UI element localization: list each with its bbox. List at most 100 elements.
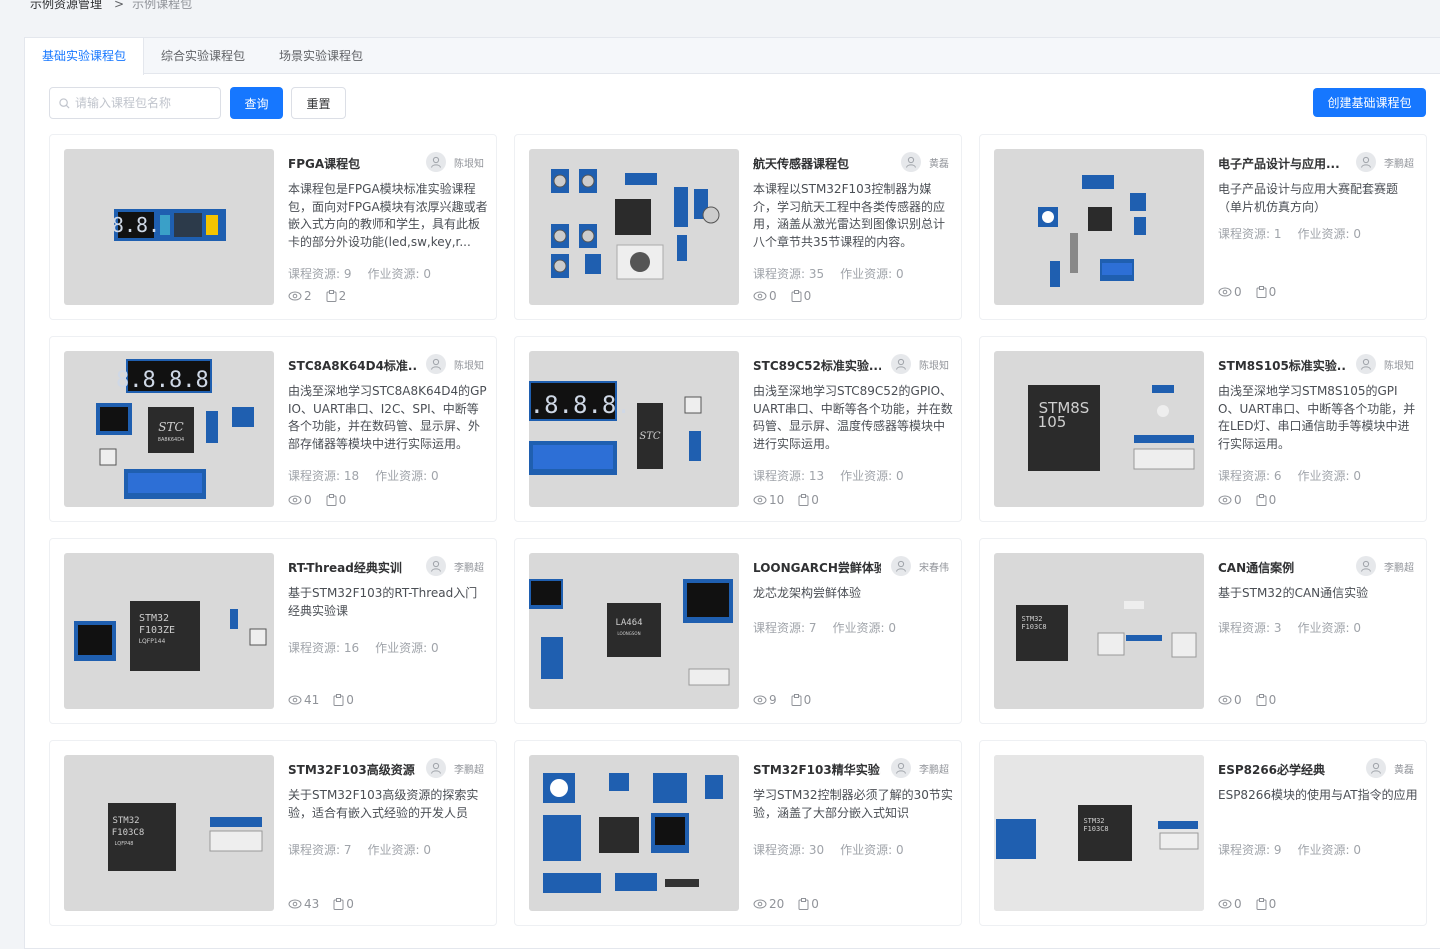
clipboard-icon [1256,898,1269,910]
course-resource-count: 课程资源: 9 [288,267,352,281]
course-title[interactable]: LOONGARCH尝鲜体验 [753,559,881,576]
eye-icon [753,495,769,505]
breadcrumb-separator: > [114,0,125,11]
course-description: 基于STM32F103的RT-Thread入门经典实验课 [288,586,478,618]
course-meta: 00 [1218,693,1276,707]
course-description: 本课程包是FPGA模块标准实验课程包，面向对FPGA模块有浓厚兴趣或者嵌入式方向… [288,182,488,249]
stm32-advanced-board: STM32 F103C8 LQFP48 [108,803,263,871]
course-title[interactable]: CAN通信案例 [1218,559,1346,576]
favorite-count: 0 [327,897,354,911]
course-author: 宋春伟 [891,556,949,576]
reset-button[interactable]: 重置 [291,87,346,119]
course-thumbnail[interactable]: 8.8. [64,149,274,305]
svg-text:105: 105 [1038,413,1067,431]
course-card[interactable]: STM32 F103C8 CAN通信案例 李鹏超 基于STM32的CAN通信实验 课程… [979,538,1427,724]
breadcrumb-current: 示例课程包 [132,0,193,11]
user-icon [891,758,911,778]
homework-resource-count: 作业资源: 0 [1297,469,1362,483]
course-card[interactable]: LA464 LOONGSON LOONGARCH尝鲜体验 宋春伟 龙芯龙架构尝鲜体验… [514,538,962,724]
svg-text:8.8.8.8.: 8.8.8.8. [116,368,222,393]
course-resource-stats: 课程资源: 13 作业资源: 0 [753,467,904,484]
course-thumbnail[interactable]: STM32 F103C8 [994,553,1204,709]
course-title[interactable]: FPGA课程包 [288,155,416,172]
course-thumbnail[interactable] [529,149,739,305]
svg-text:LQFP144: LQFP144 [139,638,166,645]
course-title[interactable]: STC89C52标准实验... [753,357,881,374]
course-card[interactable]: 航天传感器课程包 黄磊本课程以STM32F103控制器为媒介，学习航天工程中各类传… [514,134,962,320]
course-resource-count: 课程资源: 9 [1218,843,1282,857]
homework-resource-count: 作业资源: 0 [367,843,432,857]
course-title[interactable]: ESP8266必学经典 [1218,761,1346,778]
course-card[interactable]: STM32F103精华实验... 李鹏超 学习STM32控制器必须了解的30节实验，… [514,740,962,926]
course-title[interactable]: 电子产品设计与应用... [1218,155,1346,172]
course-thumbnail[interactable]: LA464 LOONGSON [529,553,739,709]
course-title[interactable]: STM32F103精华实验... [753,761,881,778]
course-thumbnail[interactable]: STM32 F103C8 LQFP48 [64,755,274,911]
view-count: 0 [1218,693,1242,707]
can-board: STM32 F103C8 [1016,601,1197,661]
eye-icon [1218,899,1234,909]
view-count: 20 [753,897,784,911]
course-thumbnail[interactable]: STM32 F103ZE LQFP144 [64,553,274,709]
course-title[interactable]: STC8A8K64D4标准... [288,357,416,374]
course-author: 李鹏超 [891,758,949,778]
view-count: 43 [288,897,319,911]
breadcrumb-parent[interactable]: 示例资源管理 [30,0,102,11]
author-name: 陈垠知 [1384,360,1414,372]
favorite-count: 0 [320,493,346,507]
course-resource-count: 课程资源: 13 [753,469,825,483]
course-meta: 00 [288,493,346,507]
user-icon [1356,152,1376,172]
eye-icon [288,291,304,301]
user-icon [1356,354,1376,374]
course-thumbnail[interactable] [529,755,739,911]
svg-text:F103ZE: F103ZE [139,625,175,636]
svg-text:F103C8: F103C8 [112,828,145,838]
course-card[interactable]: STM32 F103C8 LQFP48 STM32F103高级资源... 李鹏超关… [49,740,497,926]
homework-resource-count: 作业资源: 0 [840,843,904,857]
course-card[interactable]: 8.8.8.8. STC STC89C52标准实验... 陈垠知由浅至深地学习ST… [514,336,962,522]
course-thumbnail[interactable] [994,149,1204,305]
user-icon [901,152,921,172]
breadcrumb: 示例资源管理 > 示例课程包 [30,0,192,12]
course-card[interactable]: STM32 F103C8 ESP8266必学经典 黄磊 ESP8266模块的使用与A… [979,740,1427,926]
stc89-board: 8.8.8.8. STC [529,381,702,475]
course-description: 本课程以STM32F103控制器为媒介，学习航天工程中各类传感器的应用，涵盖从激… [753,182,946,249]
clipboard-icon [326,290,339,302]
search-input[interactable] [75,96,215,110]
search-field[interactable] [49,87,221,119]
course-card[interactable]: 8.8. FPGA课程包 陈垠知本课程包是FPGA模块标准实验课程包，面向对FPG… [49,134,497,320]
course-card[interactable]: 8.8.8.8. STC 8A8K64D4 STC8A8K64D4标准... 陈垠… [49,336,497,522]
course-resource-count: 课程资源: 18 [288,469,360,483]
user-icon [426,556,446,576]
course-thumbnail[interactable]: 8.8.8.8. STC 8A8K64D4 [64,351,274,507]
course-title[interactable]: RT-Thread经典实训 [288,559,416,576]
course-thumbnail[interactable]: 8.8.8.8. STC [529,351,739,507]
course-author: 陈垠知 [426,152,484,172]
course-thumbnail[interactable]: STM8S 105 [994,351,1204,507]
course-card[interactable]: STM8S 105 STM8S105标准实验... 陈垠知 由浅至深地学习STM8S… [979,336,1427,522]
course-author: 黄磊 [901,152,949,172]
sensor-modules [551,169,720,280]
course-author: 陈垠知 [426,354,484,374]
course-card[interactable]: 电子产品设计与应用... 李鹏超 电子产品设计与应用大赛配套赛题（单片机仿真方向） 课… [979,134,1427,320]
course-title[interactable]: 航天传感器课程包 [753,155,881,172]
course-resource-count: 课程资源: 16 [288,641,360,655]
clipboard-icon [791,694,804,706]
homework-resource-count: 作业资源: 0 [832,621,897,635]
course-thumbnail[interactable]: STM32 F103C8 [994,755,1204,911]
course-title[interactable]: STM8S105标准实验... [1218,357,1346,374]
course-resource-stats: 课程资源: 3 作业资源: 0 [1218,619,1361,636]
course-meta: 43 0 [288,897,354,911]
tab-basic[interactable]: 基础实验课程包 [25,38,145,75]
course-card[interactable]: STM32 F103ZE LQFP144 RT-Thread经典实训 李鹏超 基于S… [49,538,497,724]
homework-resource-count: 作业资源: 0 [375,641,439,655]
tab-scenario[interactable]: 场景实验课程包 [262,38,380,74]
course-resource-count: 课程资源: 7 [753,621,817,635]
svg-text:LA464: LA464 [615,618,642,628]
course-title[interactable]: STM32F103高级资源... [288,761,416,778]
tab-comprehensive[interactable]: 综合实验课程包 [144,38,262,74]
create-course-package-button[interactable]: 创建基础课程包 [1313,88,1426,117]
query-button[interactable]: 查询 [230,87,283,119]
favorite-count: 0 [785,289,811,303]
